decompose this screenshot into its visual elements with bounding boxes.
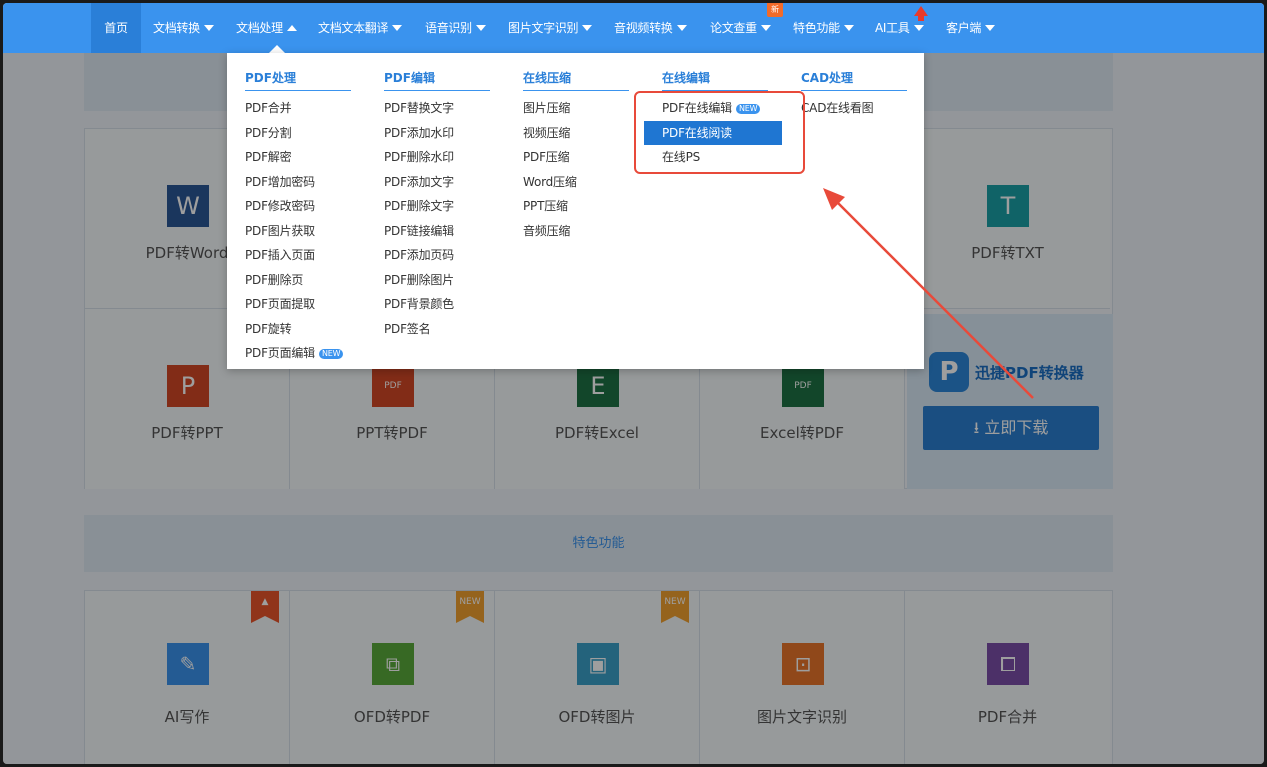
- column-title: PDF处理: [245, 65, 351, 91]
- menu-item[interactable]: Word压缩: [523, 170, 629, 195]
- menu-item[interactable]: PDF链接编辑: [384, 219, 490, 244]
- browser-viewport: W PDF转Word T PDF转TXT P PDF转PPT PDF PPT转P…: [3, 3, 1264, 764]
- nav-label: 论文查重: [710, 21, 757, 35]
- nav-label: 特色功能: [793, 21, 840, 35]
- menu-item[interactable]: PDF添加水印: [384, 121, 490, 146]
- menu-item[interactable]: CAD在线看图: [801, 96, 907, 121]
- hot-marker-stem: [918, 15, 924, 21]
- menu-item[interactable]: PDF修改密码: [245, 194, 351, 219]
- menu-item[interactable]: PDF删除水印: [384, 145, 490, 170]
- chevron-down-icon: [913, 25, 924, 31]
- menu-item[interactable]: PPT压缩: [523, 194, 629, 219]
- doc-process-dropdown: PDF处理 PDF合并 PDF分割 PDF解密 PDF增加密码 PDF修改密码 …: [227, 53, 924, 369]
- menu-item[interactable]: PDF删除文字: [384, 194, 490, 219]
- menu-item[interactable]: PDF添加页码: [384, 243, 490, 268]
- menu-item[interactable]: 图片压缩: [523, 96, 629, 121]
- menu-item[interactable]: PDF旋转: [245, 317, 351, 342]
- menu-item[interactable]: 音频压缩: [523, 219, 629, 244]
- dropdown-column-pdf-edit: PDF编辑 PDF替换文字 PDF添加水印 PDF删除水印 PDF添加文字 PD…: [384, 65, 490, 341]
- menu-item-page-edit[interactable]: PDF页面编辑 NEW: [245, 341, 351, 366]
- menu-item[interactable]: PDF删除图片: [384, 268, 490, 293]
- chevron-down-icon: [582, 25, 593, 31]
- nav-label: 文档文本翻译: [318, 21, 389, 35]
- nav-plagiarism-check[interactable]: 论文查重: [710, 3, 771, 53]
- nav-special-features[interactable]: 特色功能: [793, 3, 854, 53]
- chevron-down-icon: [676, 25, 687, 31]
- highlight-annotation-box: [634, 91, 805, 174]
- column-title: 在线压缩: [523, 65, 629, 91]
- chevron-up-icon: [286, 25, 297, 31]
- nav-label: 文档转换: [153, 21, 200, 35]
- menu-item[interactable]: PDF删除页: [245, 268, 351, 293]
- column-title: 在线编辑: [662, 65, 768, 91]
- nav-av-convert[interactable]: 音视频转换: [614, 3, 687, 53]
- new-badge: 新: [767, 3, 783, 17]
- column-title: CAD处理: [801, 65, 907, 91]
- column-title: PDF编辑: [384, 65, 490, 91]
- nav-label: AI工具: [875, 21, 910, 35]
- nav-label: 图片文字识别: [508, 21, 579, 35]
- menu-item[interactable]: PDF页面提取: [245, 292, 351, 317]
- chevron-down-icon: [475, 25, 486, 31]
- menu-item[interactable]: PDF解密: [245, 145, 351, 170]
- chevron-down-icon: [392, 25, 403, 31]
- nav-image-ocr[interactable]: 图片文字识别: [508, 3, 593, 53]
- nav-doc-convert[interactable]: 文档转换: [153, 3, 214, 53]
- dropdown-column-pdf-process: PDF处理 PDF合并 PDF分割 PDF解密 PDF增加密码 PDF修改密码 …: [245, 65, 351, 366]
- dropdown-column-compress: 在线压缩 图片压缩 视频压缩 PDF压缩 Word压缩 PPT压缩 音频压缩: [523, 65, 629, 243]
- nav-doc-process[interactable]: 文档处理: [236, 3, 297, 53]
- menu-item[interactable]: PDF添加文字: [384, 170, 490, 195]
- menu-item[interactable]: PDF增加密码: [245, 170, 351, 195]
- nav-label: 语音识别: [425, 21, 472, 35]
- menu-item[interactable]: 视频压缩: [523, 121, 629, 146]
- top-nav-bar: 首页 文档转换 文档处理 文档文本翻译 语音识别 图片文字识别 音视频转换 论文…: [3, 3, 1264, 53]
- menu-item[interactable]: PDF替换文字: [384, 96, 490, 121]
- nav-doc-translate[interactable]: 文档文本翻译: [318, 3, 403, 53]
- chevron-down-icon: [843, 25, 854, 31]
- chevron-down-icon: [760, 25, 771, 31]
- nav-home[interactable]: 首页: [91, 3, 141, 53]
- chevron-down-icon: [203, 25, 214, 31]
- menu-item[interactable]: PDF压缩: [523, 145, 629, 170]
- chevron-down-icon: [985, 25, 996, 31]
- nav-label: 文档处理: [236, 21, 283, 35]
- nav-label: 音视频转换: [614, 21, 673, 35]
- new-tag: NEW: [318, 349, 344, 359]
- menu-item[interactable]: PDF背景颜色: [384, 292, 490, 317]
- menu-item[interactable]: PDF合并: [245, 96, 351, 121]
- menu-item[interactable]: PDF图片获取: [245, 219, 351, 244]
- menu-item-label: PDF页面编辑: [245, 346, 315, 360]
- nav-client[interactable]: 客户端: [946, 3, 996, 53]
- nav-label: 首页: [104, 21, 128, 35]
- nav-label: 客户端: [946, 21, 982, 35]
- dropdown-column-cad: CAD处理 CAD在线看图: [801, 65, 907, 121]
- menu-item[interactable]: PDF签名: [384, 317, 490, 342]
- dropdown-pointer: [269, 45, 285, 53]
- menu-item[interactable]: PDF插入页面: [245, 243, 351, 268]
- nav-speech-recognition[interactable]: 语音识别: [425, 3, 486, 53]
- menu-item[interactable]: PDF分割: [245, 121, 351, 146]
